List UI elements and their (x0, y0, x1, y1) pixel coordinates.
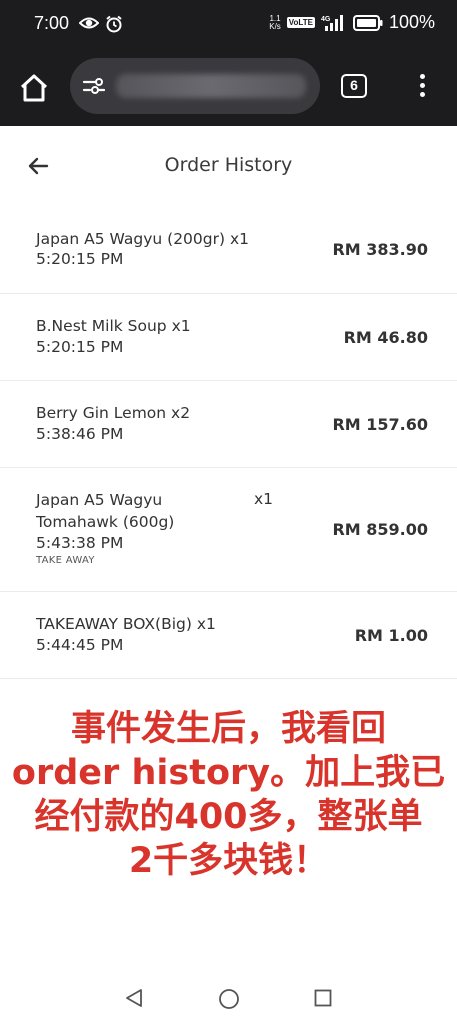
order-list: Japan A5 Wagyu (200gr) x1 5:20:15 PM RM … (0, 206, 457, 679)
item-time: 5:20:15 PM (36, 338, 124, 356)
system-nav-bar (0, 972, 457, 1024)
caption-line-1: 事件发生后，我看回 (70, 709, 386, 749)
item-name: B.Nest Milk Soup x1 (36, 317, 191, 335)
item-price: RM 46.80 (343, 328, 428, 347)
alarm-icon (106, 15, 122, 33)
item-qty: x1 (254, 490, 274, 508)
item-name-line1: Japan A5 Wagyu (36, 491, 163, 509)
nav-back-icon[interactable] (124, 988, 144, 1008)
status-time: 7:00 (34, 13, 70, 33)
status-bar: 7:00 1.1 K/s VoLTE 4G 100% (0, 0, 457, 50)
item-price: RM 383.90 (332, 240, 428, 259)
url-text[interactable] (116, 74, 306, 98)
item-time: 5:44:45 PM (36, 636, 124, 654)
item-time: 5:38:46 PM (36, 425, 124, 443)
caption-line-3: 经付款的400多，整张单 (34, 797, 423, 837)
svg-text:4G: 4G (321, 16, 331, 23)
network-speed: 1.1 K/s (269, 13, 281, 31)
page-title: Order History (164, 154, 293, 176)
caption-line-4: 2千多块钱！ (128, 841, 329, 881)
item-name: TAKEAWAY BOX(Big) x1 (36, 615, 216, 633)
volte-badge: VoLTE (286, 17, 315, 28)
item-price: RM 157.60 (332, 415, 428, 434)
item-time: 5:43:38 PM (36, 534, 124, 552)
item-name: Berry Gin Lemon x2 (36, 404, 191, 422)
address-bar[interactable] (70, 58, 320, 114)
signal-icon: 4G (321, 14, 343, 31)
tab-switcher-button[interactable]: 6 (341, 74, 367, 98)
status-right-icons: 1.1 K/s VoLTE 4G 100% (269, 12, 435, 33)
overlay-caption: 事件发生后，我看回 order history。加上我已 经付款的400多，整张… (0, 707, 457, 883)
item-note: TAKE AWAY (36, 555, 95, 566)
item-name-line2: Tomahawk (600g) (36, 513, 175, 531)
site-settings-icon[interactable] (82, 76, 106, 96)
status-left-icons (79, 15, 123, 33)
battery-icon (352, 14, 383, 31)
list-item[interactable]: Japan A5 Wagyu (200gr) x1 5:20:15 PM RM … (0, 206, 457, 294)
caption-line-2: order history。加上我已 (11, 753, 446, 793)
battery-percent: 100% (388, 12, 435, 32)
list-item[interactable]: TAKEAWAY BOX(Big) x1 5:44:45 PM RM 1.00 (0, 592, 457, 679)
list-item[interactable]: Japan A5 Wagyu x1 Tomahawk (600g) 5:43:3… (0, 468, 457, 592)
item-price: RM 859.00 (332, 520, 428, 539)
home-icon[interactable] (18, 72, 50, 104)
item-name: Japan A5 Wagyu (200gr) x1 (36, 230, 249, 248)
browser-toolbar: 6 (0, 50, 457, 126)
item-price: RM 1.00 (354, 626, 428, 645)
nav-recent-apps-icon[interactable] (314, 989, 332, 1007)
list-item[interactable]: B.Nest Milk Soup x1 5:20:15 PM RM 46.80 (0, 294, 457, 381)
eye-icon (79, 17, 99, 29)
item-time: 5:20:15 PM (36, 250, 124, 268)
list-item[interactable]: Berry Gin Lemon x2 5:38:46 PM RM 157.60 (0, 381, 457, 468)
more-menu-icon[interactable] (418, 74, 426, 100)
nav-home-icon[interactable] (218, 988, 240, 1010)
page-header: Order History (0, 126, 457, 206)
